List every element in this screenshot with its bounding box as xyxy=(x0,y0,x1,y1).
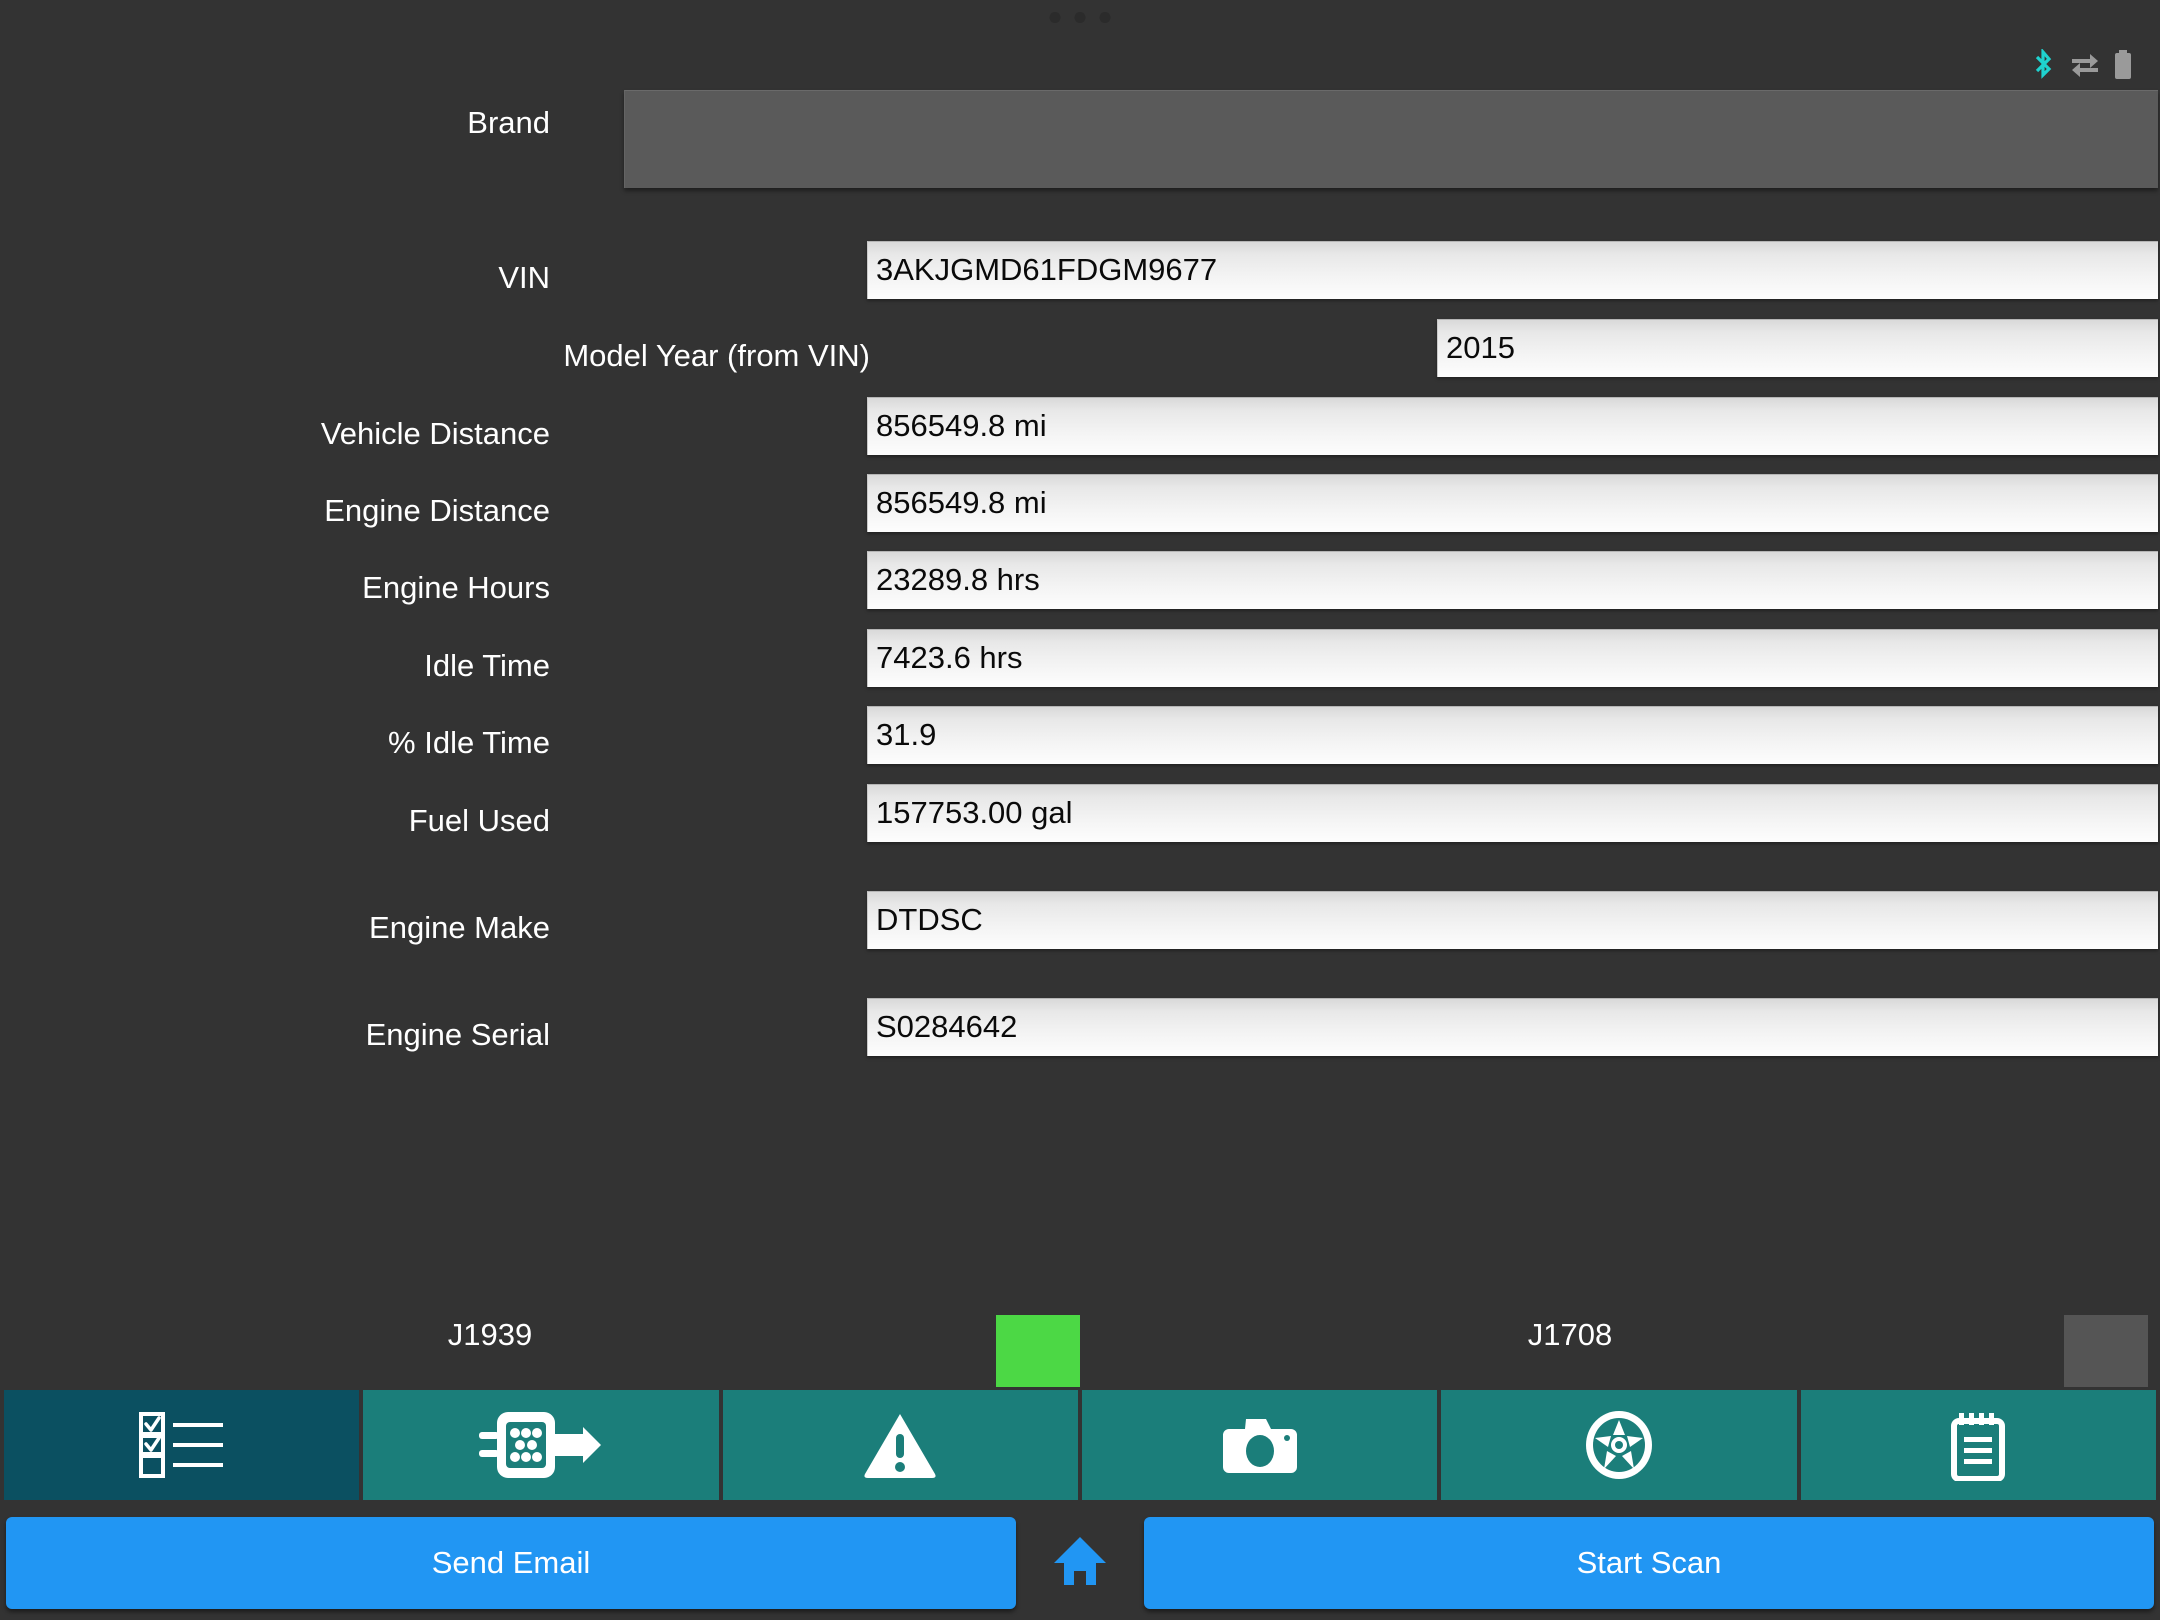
home-button[interactable] xyxy=(1016,1517,1144,1609)
input-percent-idle-time[interactable]: 31.9 xyxy=(867,706,2158,764)
connector-icon xyxy=(478,1410,603,1480)
camera-icon xyxy=(1220,1413,1300,1477)
label-engine-make: Engine Make xyxy=(369,910,550,945)
wheel-icon xyxy=(1584,1409,1654,1481)
input-fuel-used[interactable]: 157753.00 gal xyxy=(867,784,2158,842)
form-row-engine-serial: Engine Serial S0284642 xyxy=(0,980,2160,1090)
label-engine-serial: Engine Serial xyxy=(365,1017,550,1052)
form-row-brand: Brand xyxy=(0,68,2160,188)
label-j1708: J1708 xyxy=(1527,1317,1613,1352)
vehicle-info-form: Brand VIN 3AKJGMD61FDGM9677 Model Year (… xyxy=(0,0,2160,1385)
tab-faults[interactable] xyxy=(722,1390,1078,1500)
status-indicator-j1939 xyxy=(996,1315,1080,1387)
form-row-fuel-used: Fuel Used 157753.00 gal xyxy=(0,766,2160,876)
app-root: Brand VIN 3AKJGMD61FDGM9677 Model Year (… xyxy=(0,0,2160,1620)
label-brand: Brand xyxy=(467,105,550,140)
label-j1939: J1939 xyxy=(447,1317,533,1352)
input-engine-hours[interactable]: 23289.8 hrs xyxy=(867,551,2158,609)
send-email-button[interactable]: Send Email xyxy=(6,1517,1016,1609)
input-model-year[interactable]: 2015 xyxy=(1437,319,2158,377)
protocol-status-row: J1939 J1708 xyxy=(0,1285,2160,1387)
tab-camera[interactable] xyxy=(1081,1390,1438,1500)
input-vehicle-distance[interactable]: 856549.8 mi xyxy=(867,397,2158,455)
warning-triangle-icon xyxy=(863,1412,937,1478)
input-vin[interactable]: 3AKJGMD61FDGM9677 xyxy=(867,241,2158,299)
bottom-tab-bar xyxy=(0,1390,2160,1500)
home-icon xyxy=(1052,1533,1108,1594)
tab-checklist[interactable] xyxy=(4,1390,360,1500)
form-row-engine-make: Engine Make DTDSC xyxy=(0,873,2160,983)
input-brand[interactable] xyxy=(624,90,2158,188)
input-engine-make[interactable]: DTDSC xyxy=(867,891,2158,949)
bottom-action-bar: Send Email Start Scan xyxy=(0,1508,2160,1620)
checklist-icon xyxy=(138,1412,225,1478)
input-engine-distance[interactable]: 856549.8 mi xyxy=(867,474,2158,532)
start-scan-button[interactable]: Start Scan xyxy=(1144,1517,2154,1609)
tab-connector[interactable] xyxy=(363,1390,719,1500)
notepad-icon xyxy=(1949,1409,2007,1481)
label-fuel-used: Fuel Used xyxy=(408,803,550,838)
tab-wheel[interactable] xyxy=(1441,1390,1797,1500)
tab-notes[interactable] xyxy=(1800,1390,2156,1500)
input-engine-serial[interactable]: S0284642 xyxy=(867,998,2158,1056)
input-idle-time[interactable]: 7423.6 hrs xyxy=(867,629,2158,687)
status-indicator-j1708 xyxy=(2064,1315,2148,1387)
